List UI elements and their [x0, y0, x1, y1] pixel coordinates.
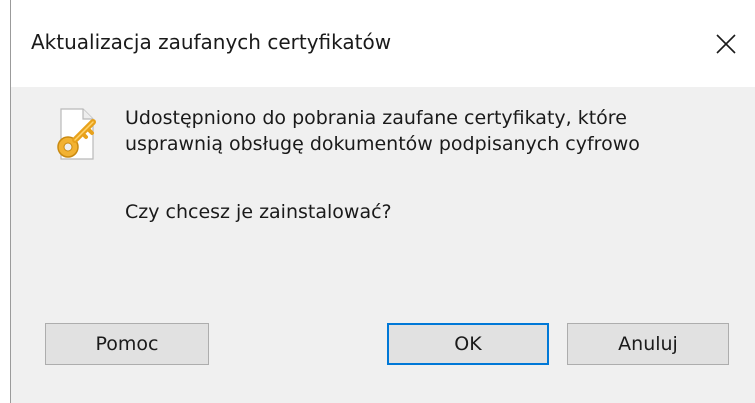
message-line-1: Udostępniono do pobrania zaufane certyfi…	[125, 107, 627, 129]
close-icon	[716, 34, 736, 54]
dialog-window: Aktualizacja zaufanych certyfikatów Udos…	[10, 0, 755, 403]
dialog-message: Udostępniono do pobrania zaufane certyfi…	[125, 105, 640, 157]
close-button[interactable]	[704, 22, 748, 66]
certificate-key-icon	[53, 107, 101, 165]
title-bar: Aktualizacja zaufanych certyfikatów	[11, 0, 755, 87]
help-button[interactable]: Pomoc	[45, 323, 209, 365]
message-line-2: usprawnią obsługę dokumentów podpisanych…	[125, 133, 640, 155]
ok-button[interactable]: OK	[387, 323, 549, 365]
dialog-question: Czy chcesz je zainstalować?	[125, 201, 392, 223]
cancel-button[interactable]: Anuluj	[567, 323, 729, 365]
dialog-title: Aktualizacja zaufanych certyfikatów	[31, 30, 392, 54]
dialog-content: Udostępniono do pobrania zaufane certyfi…	[11, 87, 755, 403]
